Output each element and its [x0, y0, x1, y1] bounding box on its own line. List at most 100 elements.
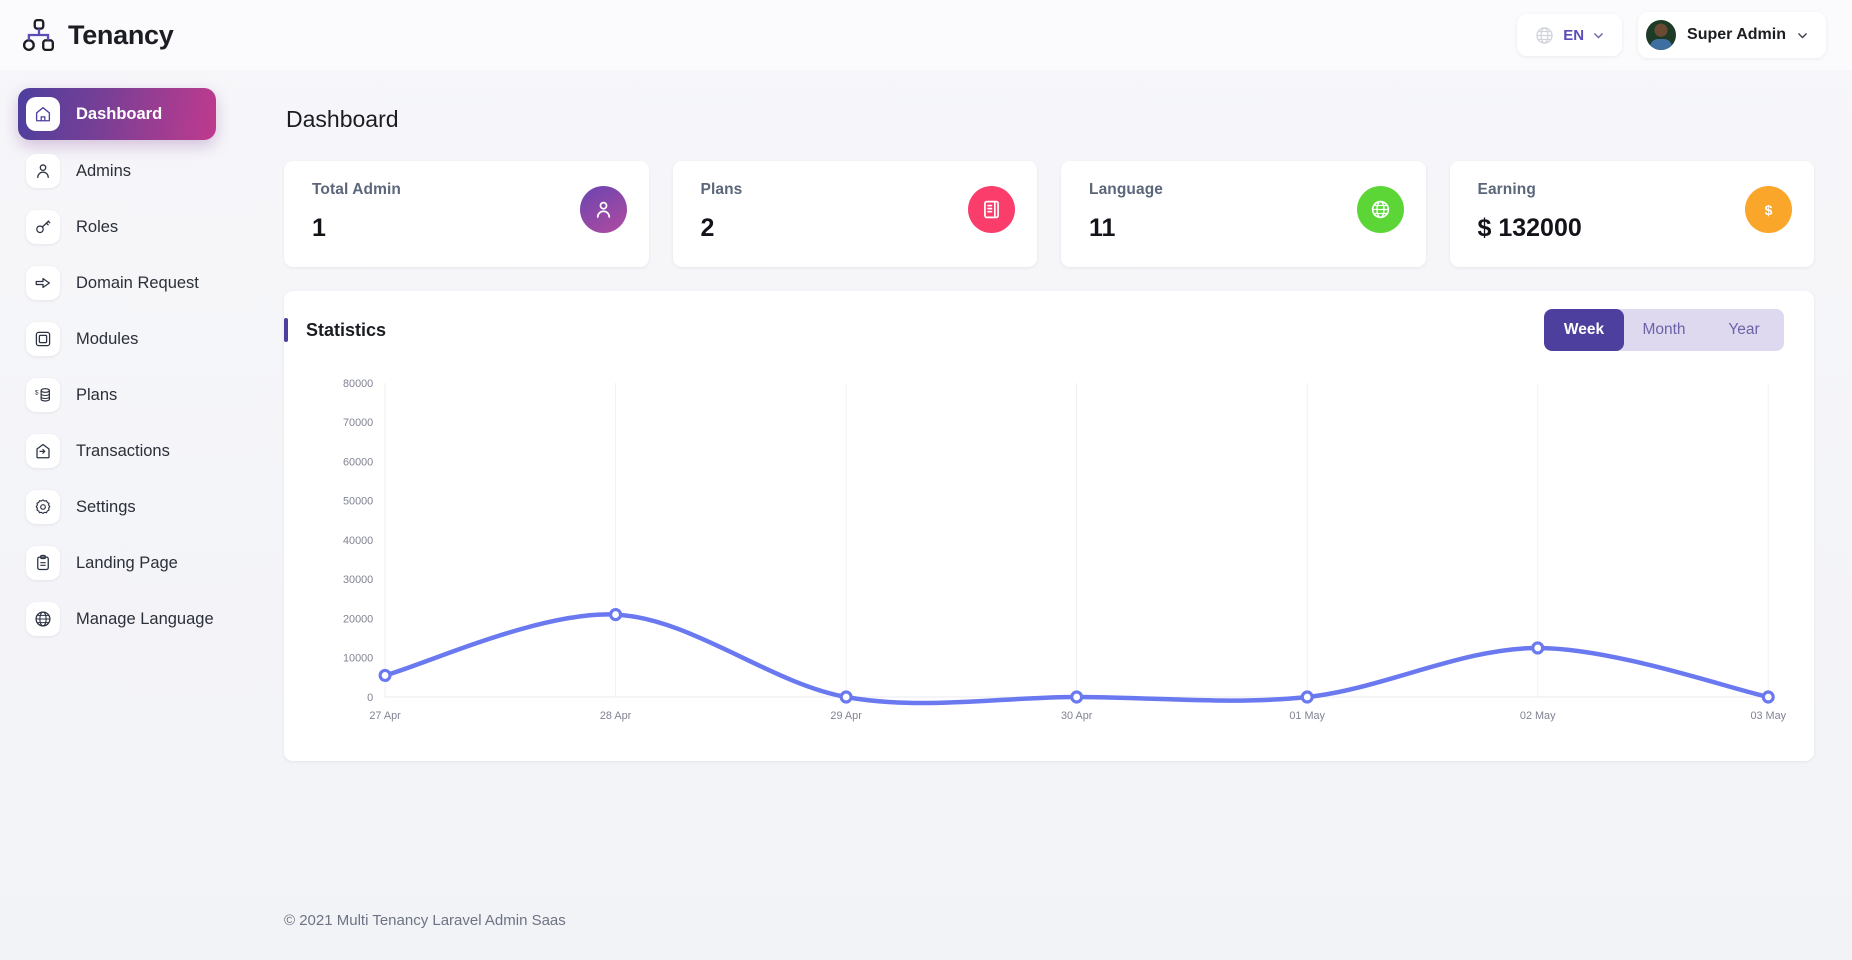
statistics-panel: Statistics Week Month Year 0 10000 20000 30…	[284, 291, 1814, 761]
dollar-stack-icon: $	[26, 378, 60, 412]
user-menu[interactable]: Super Admin	[1638, 12, 1826, 58]
arrow-right-icon	[26, 266, 60, 300]
sidebar-item-label: Modules	[76, 329, 139, 348]
range-tabs: Week Month Year	[1544, 309, 1784, 351]
stat-card-language: Language 11	[1061, 161, 1426, 267]
sidebar-item-landing-page[interactable]: Landing Page	[18, 538, 242, 588]
y-tick-label: 50000	[343, 496, 373, 508]
x-tick-label: 02 May	[1520, 710, 1556, 722]
stat-card-total-admin: Total Admin 1	[284, 161, 649, 267]
clipboard-icon	[26, 546, 60, 580]
sidebar-item-manage-language[interactable]: Manage Language	[18, 594, 242, 644]
main-content: Dashboard Total Admin 1 Plans 2 Language…	[258, 70, 1852, 960]
x-tick-label: 30 Apr	[1061, 710, 1093, 722]
tab-month[interactable]: Month	[1624, 309, 1704, 351]
stat-card-value: 2	[700, 214, 715, 242]
stat-card-value: $ 132000	[1477, 214, 1582, 242]
brand[interactable]: Tenancy	[0, 18, 258, 52]
statistics-header: Statistics Week Month Year	[284, 291, 1814, 369]
sidebar-item-label: Dashboard	[76, 104, 163, 123]
sidebar-item-domain-request[interactable]: Domain Request	[18, 258, 242, 308]
footer-text: © 2021 Multi Tenancy Laravel Admin Saas	[284, 911, 566, 929]
gear-icon	[26, 490, 60, 524]
y-tick-label: 30000	[343, 574, 373, 586]
line-chart: 0 10000 20000 30000 40000 50000 60000 70000 8000…	[343, 378, 1787, 722]
stat-card-texts: Earning $ 132000	[1478, 181, 1582, 267]
stat-card-value: 1	[312, 214, 326, 242]
sidebar-item-roles[interactable]: Roles	[18, 202, 242, 252]
statistics-title-wrap: Statistics	[284, 318, 386, 342]
footer: © 2021 Multi Tenancy Laravel Admin Saas	[258, 880, 1852, 960]
svg-text:$: $	[1765, 202, 1773, 218]
stat-card-badge: $	[1745, 186, 1792, 233]
top-bar: Tenancy EN Super Admin	[0, 0, 1852, 70]
sidebar: Dashboard Admins Roles Domain Request Mo…	[0, 70, 258, 960]
sidebar-item-plans[interactable]: $ Plans	[18, 370, 242, 420]
sidebar-item-label: Plans	[76, 385, 118, 404]
stat-card-earning: Earning $ 132000 $	[1449, 161, 1814, 267]
globe-icon	[1536, 26, 1553, 44]
sidebar-item-settings[interactable]: Settings	[18, 482, 242, 532]
sidebar-item-transactions[interactable]: Transactions	[18, 426, 242, 476]
top-bar-right: EN Super Admin	[1517, 12, 1852, 58]
sidebar-item-admins[interactable]: Admins	[18, 146, 242, 196]
chart-data-point[interactable]	[1300, 690, 1314, 704]
sidebar-item-label: Admins	[76, 161, 132, 180]
chart-data-point[interactable]	[839, 690, 853, 704]
sidebar-item-label: Manage Language	[76, 609, 214, 628]
tab-week[interactable]: Week	[1544, 309, 1624, 351]
y-tick-label: 0	[367, 692, 373, 704]
chart-x-axis: 27 Apr 28 Apr 29 Apr 30 Apr 01 May 02 May 03 M…	[369, 710, 1786, 722]
home-icon	[26, 97, 60, 131]
chart-data-point[interactable]	[1761, 690, 1775, 704]
y-tick-label: 70000	[343, 417, 373, 429]
page-title: Dashboard	[286, 106, 399, 132]
language-label: EN	[1563, 26, 1585, 44]
sidebar-item-label: Transactions	[76, 441, 170, 460]
stat-card-badge	[1356, 186, 1404, 233]
stat-card-label: Earning	[1477, 181, 1536, 198]
brand-name: Tenancy	[68, 19, 174, 50]
x-tick-label: 29 Apr	[830, 710, 862, 722]
stat-card-badge	[968, 186, 1015, 233]
chart-data-point[interactable]	[609, 607, 623, 622]
chart-data-point[interactable]	[1070, 690, 1084, 704]
chevron-down-icon	[1798, 32, 1807, 38]
language-selector[interactable]: EN	[1517, 14, 1623, 56]
svg-text:$: $	[35, 390, 39, 397]
sidebar-item-label: Domain Request	[76, 273, 199, 292]
sitemap-icon	[22, 18, 54, 52]
transaction-icon	[26, 434, 60, 468]
user-icon	[26, 154, 60, 188]
chart-data-point[interactable]	[378, 668, 392, 683]
user-name: Super Admin	[1687, 26, 1786, 43]
stat-card-texts: Language 11	[1089, 181, 1163, 267]
square-icon	[26, 322, 60, 356]
sidebar-item-modules[interactable]: Modules	[18, 314, 242, 364]
plan-icon	[984, 200, 999, 219]
stat-card-texts: Total Admin 1	[312, 181, 401, 267]
accent-bar	[284, 318, 288, 342]
chevron-down-icon	[1594, 32, 1603, 38]
sidebar-item-dashboard[interactable]: Dashboard	[18, 88, 216, 140]
key-icon	[26, 210, 60, 244]
chart-data-point[interactable]	[1531, 641, 1545, 655]
stat-card-texts: Plans 2	[701, 181, 743, 267]
y-tick-label: 20000	[343, 613, 373, 625]
x-tick-label: 03 May	[1750, 710, 1786, 722]
y-tick-label: 60000	[343, 456, 373, 468]
globe-icon	[1371, 200, 1389, 219]
x-tick-label: 28 Apr	[600, 710, 632, 722]
x-tick-label: 27 Apr	[369, 710, 401, 722]
stat-cards: Total Admin 1 Plans 2 Language 11 Earnin…	[284, 161, 1814, 267]
tab-year[interactable]: Year	[1704, 309, 1784, 351]
sidebar-item-label: Settings	[76, 497, 136, 516]
app-root: Tenancy EN Super Admin Dashboard Admins …	[0, 0, 1852, 960]
avatar	[1646, 20, 1677, 50]
x-tick-label: 01 May	[1289, 710, 1325, 722]
stat-card-plans: Plans 2	[672, 161, 1037, 267]
y-tick-label: 40000	[343, 535, 373, 547]
chart-y-axis: 0 10000 20000 30000 40000 50000 60000 70000 8000…	[343, 378, 373, 704]
y-tick-label: 80000	[343, 378, 373, 390]
stat-card-badge	[579, 186, 627, 233]
